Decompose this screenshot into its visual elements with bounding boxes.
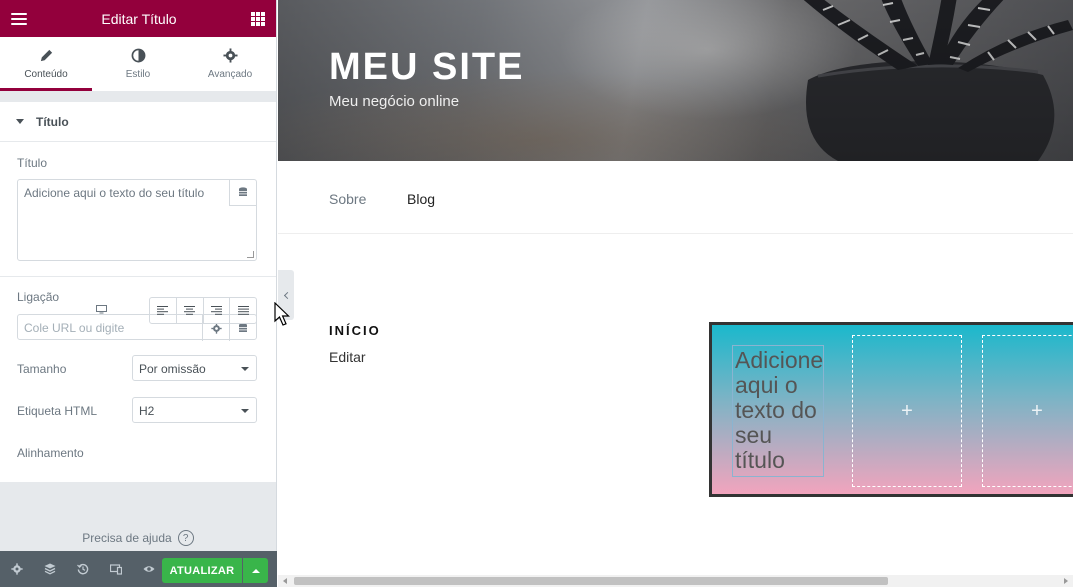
alignment-group bbox=[149, 297, 257, 324]
page-title: INÍCIO bbox=[329, 323, 381, 338]
site-description: Meu negócio online bbox=[329, 93, 460, 110]
html-tag-value: H2 bbox=[139, 404, 155, 418]
nav-item-blog[interactable]: Blog bbox=[407, 191, 435, 207]
dynamic-tags-button[interactable] bbox=[229, 180, 256, 206]
size-value: Por omissão bbox=[139, 362, 206, 376]
align-justify-button[interactable] bbox=[230, 298, 256, 323]
help-link[interactable]: Precisa de ajuda ? bbox=[0, 530, 276, 546]
link-placeholder: Cole URL ou digite bbox=[24, 321, 125, 335]
panel-title: Editar Título bbox=[101, 10, 177, 27]
tab-content[interactable]: Conteúdo bbox=[0, 37, 92, 91]
scroll-left-arrow-icon[interactable] bbox=[283, 578, 287, 584]
mouse-cursor-icon bbox=[274, 302, 290, 326]
empty-column[interactable]: + bbox=[852, 335, 962, 487]
align-right-icon bbox=[210, 306, 222, 315]
eye-icon bbox=[143, 566, 154, 572]
preview-button[interactable] bbox=[132, 551, 165, 587]
chevron-down-icon bbox=[241, 409, 249, 413]
gear-icon bbox=[222, 48, 238, 63]
selected-section[interactable]: Adicione aqui o texto do seu título + + bbox=[709, 322, 1073, 497]
half-circle-icon bbox=[131, 48, 145, 63]
tab-advanced-label: Avançado bbox=[207, 69, 253, 80]
panel-header: Editar Título bbox=[0, 0, 276, 37]
align-justify-icon bbox=[237, 306, 249, 315]
section-title: Título bbox=[36, 114, 69, 129]
html-tag-select[interactable]: H2 bbox=[132, 397, 257, 423]
scroll-right-arrow-icon[interactable] bbox=[1064, 578, 1068, 584]
menu-icon[interactable] bbox=[11, 12, 27, 25]
controls-area: Título Adicione aqui o texto do seu títu… bbox=[0, 142, 276, 482]
title-value: Adicione aqui o texto do seu título bbox=[24, 186, 205, 200]
caret-down-icon bbox=[16, 119, 24, 124]
question-icon: ? bbox=[177, 530, 194, 546]
heading-widget[interactable]: Adicione aqui o texto do seu título bbox=[732, 345, 824, 477]
edit-link[interactable]: Editar bbox=[329, 349, 366, 365]
widgets-grid-icon[interactable] bbox=[250, 11, 265, 26]
panel-footer: ATUALIZAR bbox=[0, 551, 277, 587]
history-button[interactable] bbox=[66, 551, 99, 587]
chevron-left-icon bbox=[283, 291, 291, 299]
align-left-button[interactable] bbox=[150, 298, 177, 323]
tab-content-label: Conteúdo bbox=[24, 69, 68, 80]
align-right-button[interactable] bbox=[204, 298, 231, 323]
history-icon bbox=[76, 563, 88, 575]
responsive-icon bbox=[109, 564, 122, 575]
nav-item-about[interactable]: Sobre bbox=[329, 191, 366, 207]
responsive-mode-button[interactable] bbox=[99, 551, 132, 587]
editor-panel: Editar Título Conteúdo Estilo Avançado T… bbox=[0, 0, 277, 587]
chevron-down-icon bbox=[241, 367, 249, 371]
pencil-icon bbox=[40, 49, 52, 62]
gear-icon bbox=[210, 322, 222, 334]
title-textarea[interactable]: Adicione aqui o texto do seu título bbox=[17, 179, 257, 261]
settings-button[interactable] bbox=[0, 551, 33, 587]
site-navigation: Sobre Blog bbox=[278, 161, 1073, 234]
size-select[interactable]: Por omissão bbox=[132, 355, 257, 381]
title-label: Título bbox=[17, 156, 48, 170]
alignment-label: Alinhamento bbox=[17, 446, 84, 460]
align-center-button[interactable] bbox=[177, 298, 204, 323]
align-center-icon bbox=[184, 306, 196, 315]
navigator-button[interactable] bbox=[33, 551, 66, 587]
database-icon bbox=[239, 322, 247, 332]
desktop-icon[interactable] bbox=[96, 305, 107, 314]
align-left-icon bbox=[157, 306, 169, 315]
resize-handle[interactable] bbox=[247, 251, 254, 258]
section-title-toggle[interactable]: Título bbox=[0, 102, 276, 142]
horizontal-scrollbar[interactable] bbox=[278, 575, 1073, 587]
site-title[interactable]: MEU SITE bbox=[329, 46, 524, 89]
preview-canvas: MEU SITE Meu negócio online Sobre Blog I… bbox=[278, 0, 1073, 587]
help-text: Precisa de ajuda bbox=[82, 531, 172, 545]
link-label: Ligação bbox=[17, 290, 60, 304]
html-tag-label: Etiqueta HTML bbox=[17, 404, 98, 418]
site-header-hero: MEU SITE Meu negócio online bbox=[278, 0, 1073, 161]
add-icon: + bbox=[901, 399, 913, 422]
tab-style-label: Estilo bbox=[125, 69, 151, 80]
tab-style[interactable]: Estilo bbox=[92, 37, 184, 91]
database-icon bbox=[239, 187, 247, 196]
empty-column[interactable]: + bbox=[982, 335, 1073, 487]
add-icon: + bbox=[1031, 399, 1043, 422]
scrollbar-thumb[interactable] bbox=[294, 577, 888, 585]
divider bbox=[0, 276, 276, 277]
tab-advanced[interactable]: Avançado bbox=[184, 37, 276, 91]
caret-up-icon bbox=[251, 568, 260, 573]
update-options-button[interactable] bbox=[243, 558, 268, 583]
gear-icon bbox=[10, 563, 23, 575]
panel-tabs: Conteúdo Estilo Avançado bbox=[0, 37, 276, 92]
size-label: Tamanho bbox=[17, 362, 67, 376]
update-button[interactable]: ATUALIZAR bbox=[162, 558, 242, 583]
layers-icon bbox=[44, 563, 55, 575]
